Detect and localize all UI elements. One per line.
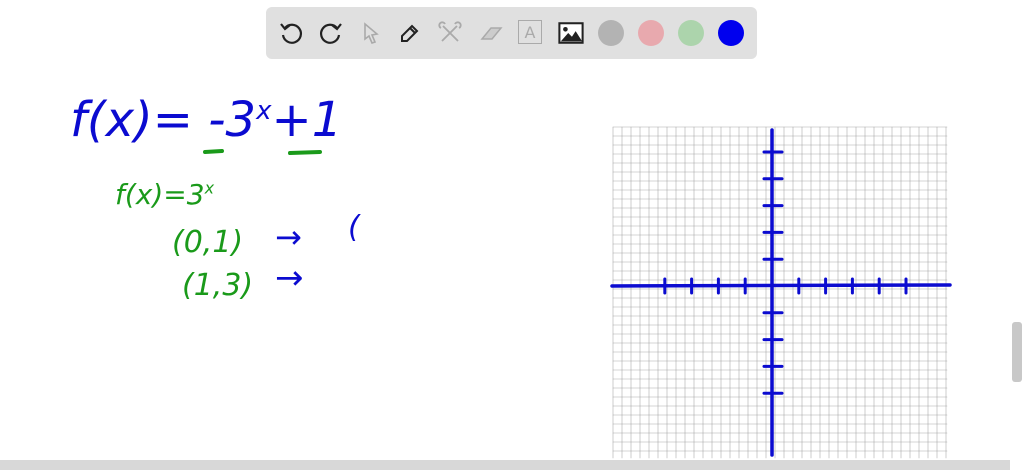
point-2: (1,3) — [182, 268, 254, 303]
equation-text: f(x)= -3x+1 — [70, 92, 343, 148]
parent-function-text: f(x)=3x — [115, 178, 215, 211]
arrow-2: → — [275, 258, 304, 298]
green-underlines — [203, 149, 322, 155]
x-axis — [610, 283, 952, 288]
arrow-1: → — [275, 218, 302, 256]
partial-paren: ( — [348, 210, 360, 245]
vertical-scrollbar[interactable] — [1012, 322, 1022, 382]
point-1: (0,1) — [172, 225, 244, 260]
horizontal-scrollbar[interactable] — [0, 460, 1010, 470]
graph-grid — [612, 126, 948, 459]
whiteboard-canvas[interactable] — [0, 0, 1024, 470]
